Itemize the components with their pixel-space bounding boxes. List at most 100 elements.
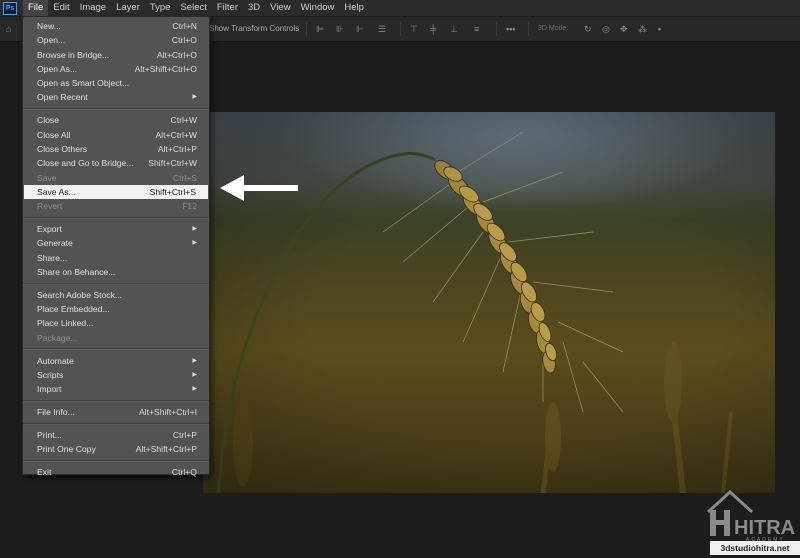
menu-item-import[interactable]: Import ▶	[23, 382, 209, 396]
align-middle-icon[interactable]: ╪	[430, 24, 436, 34]
menu-item-automate[interactable]: Automate ▶	[23, 354, 209, 368]
menu-item-label: Search Adobe Stock...	[37, 289, 123, 300]
submenu-arrow-icon: ▶	[192, 357, 197, 364]
menu-item-label: New...	[37, 21, 61, 31]
menu-item-search-adobe-stock[interactable]: Search Adobe Stock...	[23, 288, 209, 302]
menu-bar: Ps File Edit Image Layer Type Select Fil…	[0, 0, 800, 16]
menu-image[interactable]: Image	[75, 0, 111, 16]
3d-scale-icon[interactable]: ▪	[658, 24, 661, 34]
distribute-icon[interactable]: ☰	[378, 24, 386, 34]
menu-item-print-one-copy[interactable]: Print One Copy Alt+Shift+Ctrl+P	[23, 442, 209, 456]
menu-item-label: Print...	[37, 429, 62, 440]
align-right-icon[interactable]: ⊩	[356, 24, 364, 34]
menu-filter[interactable]: Filter	[212, 0, 243, 16]
menu-separator	[23, 282, 209, 285]
menu-separator	[23, 216, 209, 219]
menu-item-shortcut: F12	[182, 201, 197, 212]
align-left-icon[interactable]: ⊫	[316, 24, 324, 34]
menu-item-exit[interactable]: Exit Ctrl+Q	[23, 465, 209, 479]
menu-item-shortcut: Ctrl+W	[170, 115, 198, 126]
menu-item-label: Import	[37, 384, 62, 395]
menu-select[interactable]: Select	[175, 0, 211, 16]
menu-edit[interactable]: Edit	[48, 0, 74, 16]
submenu-arrow-icon: ▶	[192, 94, 197, 101]
menu-item-scripts[interactable]: Scripts ▶	[23, 368, 209, 382]
menu-item-shortcut: Alt+Ctrl+P	[157, 143, 197, 154]
menu-item-label: Place Embedded...	[37, 304, 110, 315]
menu-item-shortcut: Ctrl+O	[171, 35, 197, 46]
menu-item-export[interactable]: Export ▶	[23, 222, 209, 236]
more-options-icon[interactable]: •••	[506, 24, 515, 34]
3d-mode-label: 3D Mode:	[538, 25, 569, 32]
toolbar-divider	[496, 22, 497, 36]
align-bottom-icon[interactable]: ⊥	[450, 24, 458, 34]
menu-item-revert: Revert F12	[23, 199, 209, 213]
distribute-vertical-icon[interactable]: ≡	[474, 24, 479, 34]
menu-item-close[interactable]: Close Ctrl+W	[23, 113, 209, 127]
menu-item-label: Scripts	[37, 369, 64, 380]
menu-item-shortcut: Ctrl+Q	[171, 467, 197, 478]
submenu-arrow-icon: ▶	[192, 386, 197, 393]
menu-item-label: Generate	[37, 238, 73, 249]
menu-file[interactable]: File	[23, 0, 49, 16]
menu-item-place-linked[interactable]: Place Linked...	[23, 316, 209, 330]
menu-item-share-on-behance[interactable]: Share on Behance...	[23, 265, 209, 279]
menu-item-close-others[interactable]: Close Others Alt+Ctrl+P	[23, 142, 209, 156]
menu-window[interactable]: Window	[296, 0, 340, 16]
menu-item-shortcut: Alt+Shift+Ctrl+I	[138, 407, 197, 418]
menu-separator	[23, 422, 209, 425]
menu-type[interactable]: Type	[145, 0, 176, 16]
align-top-icon[interactable]: ⊤	[410, 24, 418, 34]
menu-item-label: Open As...	[37, 63, 78, 74]
menu-help[interactable]: Help	[339, 0, 369, 16]
document-canvas[interactable]	[203, 112, 775, 493]
menu-item-shortcut: Shift+Ctrl+W	[148, 158, 197, 169]
menu-item-label: Export	[37, 224, 62, 235]
menu-item-file-info[interactable]: File Info... Alt+Shift+Ctrl+I	[23, 405, 209, 419]
menu-item-place-embedded[interactable]: Place Embedded...	[23, 302, 209, 316]
3d-slide-icon[interactable]: ⁂	[638, 24, 647, 34]
photoshop-logo-icon[interactable]: Ps	[3, 1, 17, 15]
align-center-icon[interactable]: ⊪	[336, 24, 344, 34]
menu-item-label: Save	[37, 172, 57, 183]
menu-item-close-and-go-to-bridge[interactable]: Close and Go to Bridge... Shift+Ctrl+W	[23, 156, 209, 170]
menu-item-shortcut: Ctrl+P	[172, 429, 197, 440]
menu-item-label: File Info...	[37, 407, 75, 418]
menu-item-browse-in-bridge[interactable]: Browse in Bridge... Alt+Ctrl+O	[23, 48, 209, 62]
show-transform-controls-label[interactable]: Show Transform Controls	[209, 24, 299, 33]
menu-view[interactable]: View	[265, 0, 295, 16]
menu-item-save-as[interactable]: Save As... Shift+Ctrl+S	[24, 184, 208, 200]
menu-separator	[23, 459, 209, 462]
menu-item-label: Package...	[37, 332, 78, 343]
menu-separator	[23, 399, 209, 402]
menu-item-label: Exit	[37, 467, 52, 478]
menu-item-new[interactable]: New... Ctrl+N	[23, 19, 209, 33]
file-menu-dropdown: New... Ctrl+N Open... Ctrl+O Browse in Bridg…	[22, 16, 210, 477]
3d-rotate-icon[interactable]: ↻	[584, 24, 592, 34]
3d-roll-icon[interactable]: ◎	[602, 24, 610, 34]
menu-item-label: Close All	[37, 129, 71, 140]
menu-3d[interactable]: 3D	[243, 0, 265, 16]
menu-item-label: Open...	[37, 35, 66, 46]
menu-item-shortcut: Alt+Ctrl+O	[156, 49, 197, 60]
menu-item-shortcut: Shift+Ctrl+S	[149, 186, 196, 197]
home-icon[interactable]: ⌂	[6, 24, 11, 34]
menu-item-close-all[interactable]: Close All Alt+Ctrl+W	[23, 128, 209, 142]
menu-item-label: Close and Go to Bridge...	[37, 158, 134, 169]
menu-item-open[interactable]: Open... Ctrl+O	[23, 33, 209, 47]
menu-layer[interactable]: Layer	[111, 0, 145, 16]
menu-item-package: Package...	[23, 331, 209, 345]
menu-item-label: Revert	[37, 201, 63, 212]
menu-item-open-as-smart-object[interactable]: Open as Smart Object...	[23, 76, 209, 90]
menu-item-save: Save Ctrl+S	[23, 171, 209, 185]
menu-item-shortcut: Ctrl+N	[172, 21, 197, 31]
3d-drag-icon[interactable]: ✥	[620, 24, 628, 34]
menu-item-label: Share...	[37, 252, 68, 263]
menu-item-generate[interactable]: Generate ▶	[23, 236, 209, 250]
menu-item-open-recent[interactable]: Open Recent ▶	[23, 90, 209, 104]
menu-item-open-as[interactable]: Open As... Alt+Shift+Ctrl+O	[23, 62, 209, 76]
menu-item-label: Automate	[37, 355, 74, 366]
menu-item-share[interactable]: Share...	[23, 251, 209, 265]
submenu-arrow-icon: ▶	[192, 226, 197, 233]
menu-item-print[interactable]: Print... Ctrl+P	[23, 428, 209, 442]
